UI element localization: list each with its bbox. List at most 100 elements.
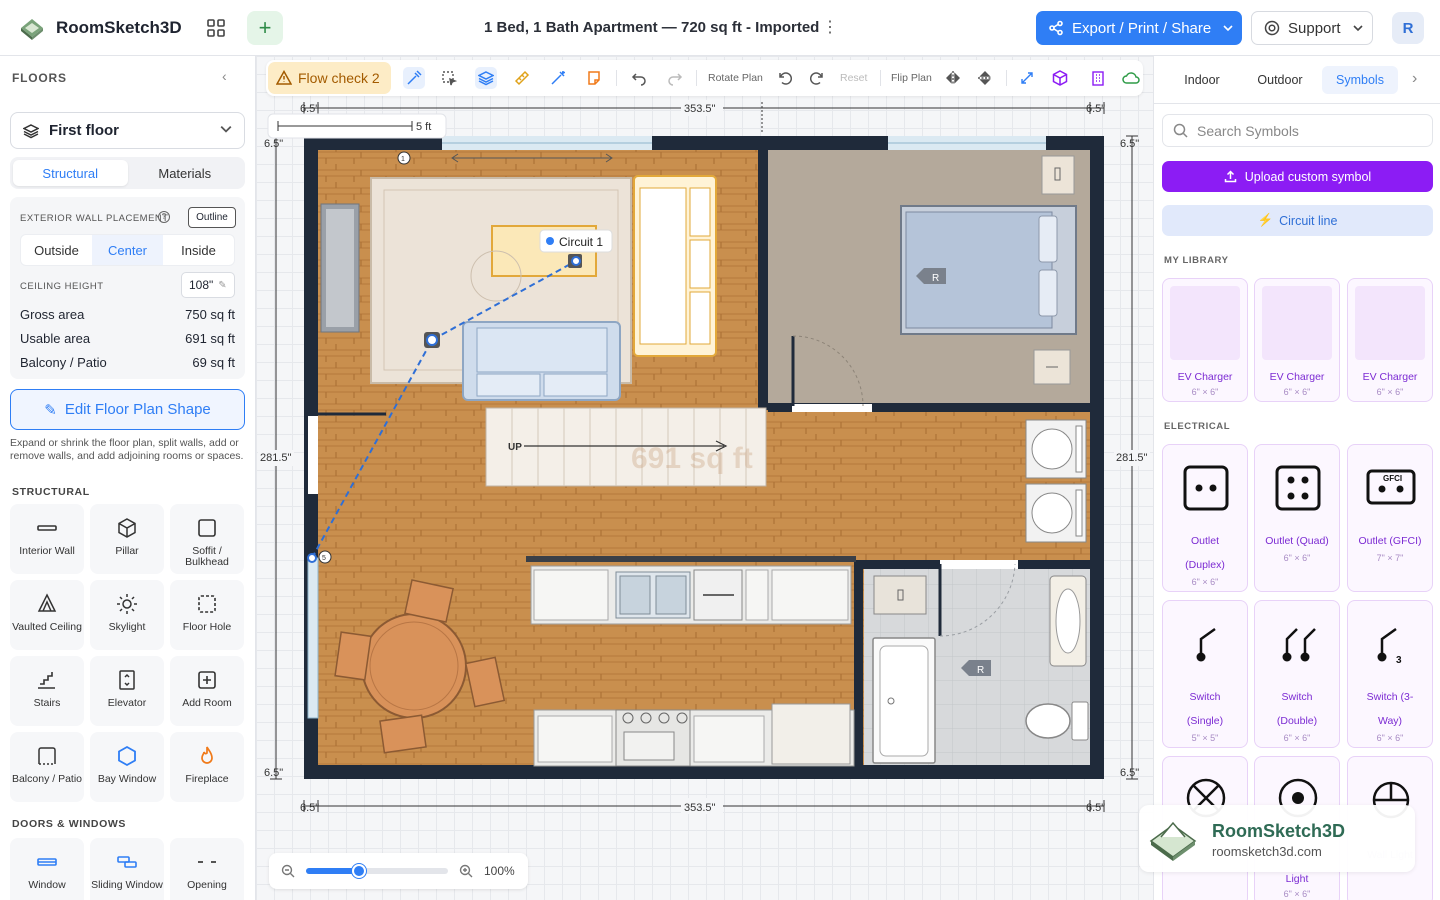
more-options-icon[interactable]: ⋮ [822,16,838,40]
placement-center[interactable]: Center [92,235,163,265]
tool-interior-wall[interactable]: Interior Wall [10,504,84,574]
zoom-slider-handle[interactable] [351,864,366,878]
interior-wall-icon [37,525,57,531]
ceiling-height-input[interactable]: 108" ✎ [181,272,235,298]
tool-floor-hole[interactable]: Floor Hole [170,580,244,650]
tool-label: Floor Hole [182,621,232,633]
tab-indoor[interactable]: Indoor [1164,66,1240,94]
flip-horizontal-icon[interactable] [942,67,964,89]
export-button[interactable]: Export / Print / Share [1036,11,1242,45]
rotate-left-icon[interactable] [774,67,796,89]
symbol-switch-single[interactable]: Switch (Single) 5" × 5" [1162,600,1248,748]
tool-soffit[interactable]: Soffit / Bulkhead [170,504,244,574]
symbol-outlet-quad[interactable]: Outlet (Quad) 6" × 6" [1254,444,1340,592]
document-title[interactable]: 1 Bed, 1 Bath Apartment — 720 sq ft - Im… [484,19,819,36]
tool-add-room[interactable]: Add Room [170,656,244,726]
upload-label: Upload custom symbol [1244,169,1372,184]
top-dimension: 353.5" [684,103,716,115]
rotate-right-icon[interactable] [806,67,828,89]
flow-check-button[interactable]: Flow check 2 [268,62,391,94]
library-card-ev-charger[interactable]: EV Charger 6" × 6" [1347,278,1433,402]
collapse-sidebar-icon[interactable]: ‹ [222,68,227,84]
window-icon [37,858,57,866]
tool-label: Opening [187,879,227,891]
outline-toggle[interactable]: Outline [188,207,236,228]
tool-balcony[interactable]: Balcony / Patio [10,732,84,802]
tool-stairs[interactable]: Stairs [10,656,84,726]
ceiling-height-label: CEILING HEIGHT [20,281,104,292]
library-card-ev-charger[interactable]: EV Charger 6" × 6" [1254,278,1340,402]
tool-vaulted-ceiling[interactable]: Vaulted Ceiling [10,580,84,650]
help-icon[interactable]: ? [158,211,170,223]
flip-vertical-icon[interactable] [974,67,996,89]
circuit-line-button[interactable]: ⚡ Circuit line [1162,205,1433,236]
redo-icon[interactable] [664,67,686,89]
stairs-icon [38,672,55,689]
tab-outdoor[interactable]: Outdoor [1242,66,1318,94]
3d-view-icon[interactable] [1049,67,1071,89]
circuit-label[interactable]: Circuit 1 [559,235,603,249]
fit-screen-icon[interactable] [1016,67,1038,89]
tool-fireplace[interactable]: Fireplace [170,732,244,802]
magic-edit-icon[interactable] [547,67,569,89]
tab-structural[interactable]: Structural [13,160,128,186]
tool-bay-window[interactable]: Bay Window [90,732,164,802]
magic-wand-icon[interactable] [403,67,425,89]
stat-value: 750 sq ft [185,307,235,322]
stat-label: Usable area [20,331,91,346]
tool-elevator[interactable]: Elevator [90,656,164,726]
user-avatar[interactable]: R [1392,12,1424,44]
dimension-edge: 6.5" [1086,103,1105,115]
placement-outside[interactable]: Outside [21,235,92,265]
support-button[interactable]: Support [1251,11,1373,45]
undo-icon[interactable] [628,67,650,89]
dimension-edge: 6.5" [1086,802,1105,814]
symbol-outlet-gfci[interactable]: GFCI Outlet (GFCI) 7" × 7" [1347,444,1433,592]
note-icon[interactable] [583,67,605,89]
zoom-out-icon[interactable] [281,864,295,878]
stat-balcony-area: Balcony / Patio 69 sq ft [20,355,235,370]
pencil-icon: ✎ [218,279,227,291]
upload-custom-symbol-button[interactable]: Upload custom symbol [1162,161,1433,192]
switch-single-icon [1196,627,1216,662]
layers-icon[interactable] [475,67,497,89]
library-card-ev-charger[interactable]: EV Charger 6" × 6" [1162,278,1248,402]
zoom-slider[interactable] [306,864,448,878]
tool-skylight[interactable]: Skylight [90,580,164,650]
symbol-switch-3way[interactable]: 3 Switch (3- Way) 6" × 6" [1347,600,1433,748]
card-name: EV Charger [1269,371,1325,383]
tab-materials[interactable]: Materials [128,160,243,186]
tool-opening[interactable]: Opening [170,838,244,900]
ruler-icon[interactable] [511,67,533,89]
edit-floor-plan-shape-button[interactable]: ✎ Edit Floor Plan Shape [10,389,245,430]
floor-selector[interactable]: First floor [10,112,245,149]
marker-label: R [932,273,939,284]
floor-plan-canvas[interactable]: UP 691 sq ft R R 5 1 Circuit 1 353.5" 35… [256,56,1153,900]
tool-label: Fireplace [185,773,229,785]
lifebuoy-icon [1264,20,1280,36]
tool-sliding-window[interactable]: Sliding Window [90,838,164,900]
watermark-name: RoomSketch3D [1212,821,1346,841]
tool-window[interactable]: Window [10,838,84,900]
floor-plan-drawing[interactable]: UP 691 sq ft R R 5 1 Circuit 1 353.5" 35… [256,56,1153,900]
cloud-icon[interactable] [1120,67,1142,89]
chevron-down-icon [1223,25,1233,32]
search-placeholder: Search Symbols [1197,122,1299,139]
chevron-right-icon[interactable]: › [1412,70,1417,88]
placement-inside[interactable]: Inside [163,235,234,265]
tool-pillar[interactable]: Pillar [90,504,164,574]
building-icon[interactable] [1087,67,1109,89]
reset-button[interactable]: Reset [840,72,867,84]
toolbar-divider [696,70,697,86]
select-icon[interactable] [438,67,460,89]
opening-icon [198,861,216,863]
stat-value: 691 sq ft [185,331,235,346]
symbol-outlet-duplex[interactable]: Outlet (Duplex) 6" × 6" [1162,444,1248,592]
new-project-button[interactable]: + [247,11,283,45]
tab-symbols[interactable]: Symbols [1322,66,1398,94]
search-symbols-input[interactable]: Search Symbols [1162,114,1433,147]
symbol-switch-double[interactable]: Switch (Double) 6" × 6" [1254,600,1340,748]
zoom-in-icon[interactable] [459,864,473,878]
projects-grid-icon[interactable] [206,18,226,38]
stat-label: Gross area [20,307,85,322]
